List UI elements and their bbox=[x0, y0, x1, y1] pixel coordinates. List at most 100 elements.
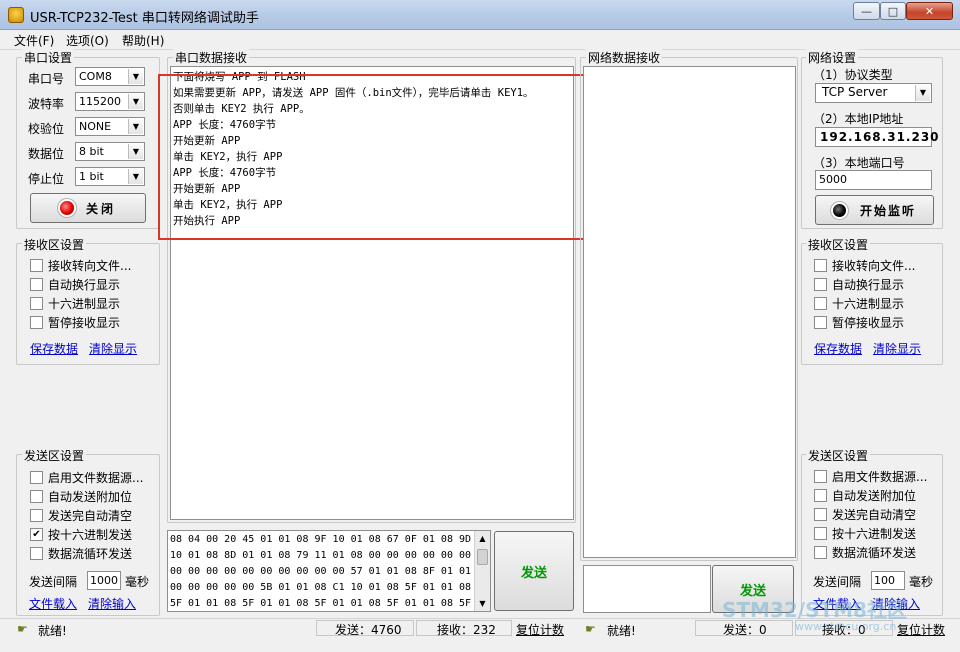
checkbox-hex-display[interactable]: 十六进制显示 bbox=[814, 294, 915, 312]
checkbox-rx-to-file[interactable]: 接收转向文件... bbox=[814, 256, 915, 274]
checkbox-auto-append[interactable]: 自动发送附加位 bbox=[814, 486, 927, 504]
save-data-link[interactable]: 保存数据 bbox=[814, 340, 862, 357]
reset-count-button[interactable]: 复位计数 bbox=[897, 621, 945, 638]
checkbox[interactable] bbox=[814, 315, 827, 329]
status-ready-right: 就绪! bbox=[607, 624, 636, 638]
checkbox-auto-clear[interactable]: 发送完自动清空 bbox=[814, 505, 927, 523]
protocol-select[interactable]: TCP Server ▼ bbox=[815, 83, 932, 103]
status-received-left: 接收：232 bbox=[437, 623, 496, 637]
interval-unit: 毫秒 bbox=[909, 575, 934, 589]
checkbox[interactable] bbox=[814, 488, 827, 502]
checkbox-hex-send[interactable]: ✔ 按十六进制发送 bbox=[30, 525, 143, 543]
checkbox[interactable] bbox=[30, 277, 43, 291]
checkbox[interactable] bbox=[30, 296, 43, 310]
baud-select[interactable]: 115200 ▼ bbox=[75, 92, 145, 111]
checkbox-auto-wrap[interactable]: 自动换行显示 bbox=[30, 275, 131, 293]
status-ready-left: 就绪! bbox=[38, 624, 67, 638]
chevron-down-icon[interactable]: ▼ bbox=[128, 94, 143, 109]
checkbox[interactable] bbox=[814, 296, 827, 310]
close-icon[interactable]: ✕ bbox=[906, 2, 953, 20]
menu-options[interactable]: 选项(O) bbox=[66, 32, 109, 49]
save-data-link[interactable]: 保存数据 bbox=[30, 340, 78, 357]
port-select[interactable]: COM8 ▼ bbox=[75, 67, 145, 86]
checkbox[interactable] bbox=[814, 277, 827, 291]
check-icon[interactable]: ✔ bbox=[30, 527, 43, 541]
hex-line: 00 00 00 00 00 00 00 00 00 00 57 01 01 0… bbox=[170, 566, 472, 577]
checkbox-loop-send[interactable]: 数据流循环发送 bbox=[814, 543, 927, 561]
checkbox[interactable] bbox=[814, 258, 827, 272]
watermark-title: STM32/STM8社区 bbox=[722, 598, 907, 622]
clear-display-link[interactable]: 清除显示 bbox=[89, 340, 137, 357]
chevron-down-icon[interactable]: ▼ bbox=[915, 85, 930, 101]
checkbox[interactable] bbox=[30, 546, 43, 560]
stopbits-select[interactable]: 1 bit ▼ bbox=[75, 167, 145, 186]
hex-line: 10 01 08 8D 01 01 08 79 11 01 08 00 00 0… bbox=[170, 550, 472, 561]
local-port-input[interactable]: 5000 bbox=[815, 170, 932, 190]
network-rx-textarea[interactable] bbox=[583, 66, 796, 558]
scrollbar-thumb[interactable] bbox=[477, 549, 488, 565]
reset-count-button[interactable]: 复位计数 bbox=[516, 621, 564, 638]
checkbox-auto-append[interactable]: 自动发送附加位 bbox=[30, 487, 143, 505]
network-rx-title: 网络数据接收 bbox=[586, 49, 663, 66]
checkbox-file-source[interactable]: 启用文件数据源... bbox=[814, 467, 927, 485]
minimize-icon[interactable]: — bbox=[853, 2, 880, 20]
serial-send-button[interactable]: 发送 bbox=[494, 531, 574, 611]
chevron-down-icon[interactable]: ▼ bbox=[128, 119, 143, 134]
checkbox-pause-display[interactable]: 暂停接收显示 bbox=[30, 313, 131, 331]
checkbox-hex-display[interactable]: 十六进制显示 bbox=[30, 294, 131, 312]
checkbox[interactable] bbox=[30, 315, 43, 329]
chevron-down-icon[interactable]: ▼ bbox=[128, 169, 143, 184]
baud-value: 115200 bbox=[79, 95, 121, 108]
scroll-up-icon[interactable]: ▲ bbox=[475, 531, 490, 546]
ip-input[interactable]: 192.168.31.230 bbox=[815, 127, 939, 147]
checkbox[interactable] bbox=[30, 258, 43, 272]
checkbox[interactable] bbox=[814, 545, 827, 559]
chevron-down-icon[interactable]: ▼ bbox=[128, 144, 143, 159]
checkbox-pause-display[interactable]: 暂停接收显示 bbox=[814, 313, 915, 331]
checkbox[interactable] bbox=[30, 470, 43, 484]
databits-value: 8 bit bbox=[79, 145, 104, 158]
network-tx-textarea[interactable] bbox=[583, 565, 711, 613]
status-icon: ☛ bbox=[585, 622, 596, 636]
checkbox-file-source[interactable]: 启用文件数据源... bbox=[30, 468, 143, 486]
checkbox[interactable] bbox=[30, 508, 43, 522]
checkbox[interactable] bbox=[814, 526, 827, 540]
checkbox-auto-wrap[interactable]: 自动换行显示 bbox=[814, 275, 915, 293]
interval-unit: 毫秒 bbox=[125, 575, 150, 589]
parity-value: NONE bbox=[79, 120, 112, 133]
scroll-down-icon[interactable]: ▼ bbox=[475, 596, 490, 611]
close-port-button[interactable]: 关闭 bbox=[30, 193, 146, 223]
serial-tx-textarea[interactable]: 08 04 00 20 45 01 01 08 9F 10 01 08 67 0… bbox=[167, 530, 491, 612]
checkbox[interactable] bbox=[814, 507, 827, 521]
checkbox[interactable] bbox=[814, 469, 827, 483]
interval-input[interactable]: 100 bbox=[871, 571, 905, 590]
net-tx-options: 启用文件数据源... 自动发送附加位 发送完自动清空 按十六进制发送 数据流循环… bbox=[814, 467, 927, 561]
clear-display-link[interactable]: 清除显示 bbox=[873, 340, 921, 357]
clear-input-link[interactable]: 清除输入 bbox=[88, 595, 136, 612]
serial-rx-title: 串口数据接收 bbox=[173, 49, 250, 66]
window-title: USR-TCP232-Test 串口转网络调试助手 bbox=[30, 11, 259, 26]
databits-select[interactable]: 8 bit ▼ bbox=[75, 142, 145, 161]
chevron-down-icon[interactable]: ▼ bbox=[128, 69, 143, 84]
checkbox-auto-clear[interactable]: 发送完自动清空 bbox=[30, 506, 143, 524]
parity-label: 校验位 bbox=[28, 122, 65, 136]
hex-line: 08 04 00 20 45 01 01 08 9F 10 01 08 67 0… bbox=[170, 534, 472, 545]
menu-file[interactable]: 文件(F) bbox=[14, 32, 54, 49]
checkbox-rx-to-file[interactable]: 接收转向文件... bbox=[30, 256, 131, 274]
status-indicator-icon bbox=[59, 201, 74, 215]
interval-input[interactable]: 1000 bbox=[87, 571, 121, 590]
title-bar: USR-TCP232-Test 串口转网络调试助手 — □ ✕ bbox=[0, 0, 960, 30]
parity-select[interactable]: NONE ▼ bbox=[75, 117, 145, 136]
menu-bar: 文件(F) 选项(O) 帮助(H) bbox=[0, 30, 960, 50]
start-listen-button[interactable]: 开始监听 bbox=[815, 195, 934, 225]
checkbox-loop-send[interactable]: 数据流循环发送 bbox=[30, 544, 143, 562]
menu-help[interactable]: 帮助(H) bbox=[122, 32, 164, 49]
serial-send-label: 发送 bbox=[520, 565, 547, 581]
file-load-link[interactable]: 文件载入 bbox=[29, 595, 77, 612]
port-value: COM8 bbox=[79, 70, 112, 83]
scrollbar[interactable]: ▲ ▼ bbox=[474, 531, 490, 611]
checkbox-hex-send[interactable]: 按十六进制发送 bbox=[814, 524, 927, 542]
checkbox[interactable] bbox=[30, 489, 43, 503]
maximize-icon[interactable]: □ bbox=[880, 2, 906, 20]
status-sent-left: 发送：4760 bbox=[335, 623, 402, 637]
